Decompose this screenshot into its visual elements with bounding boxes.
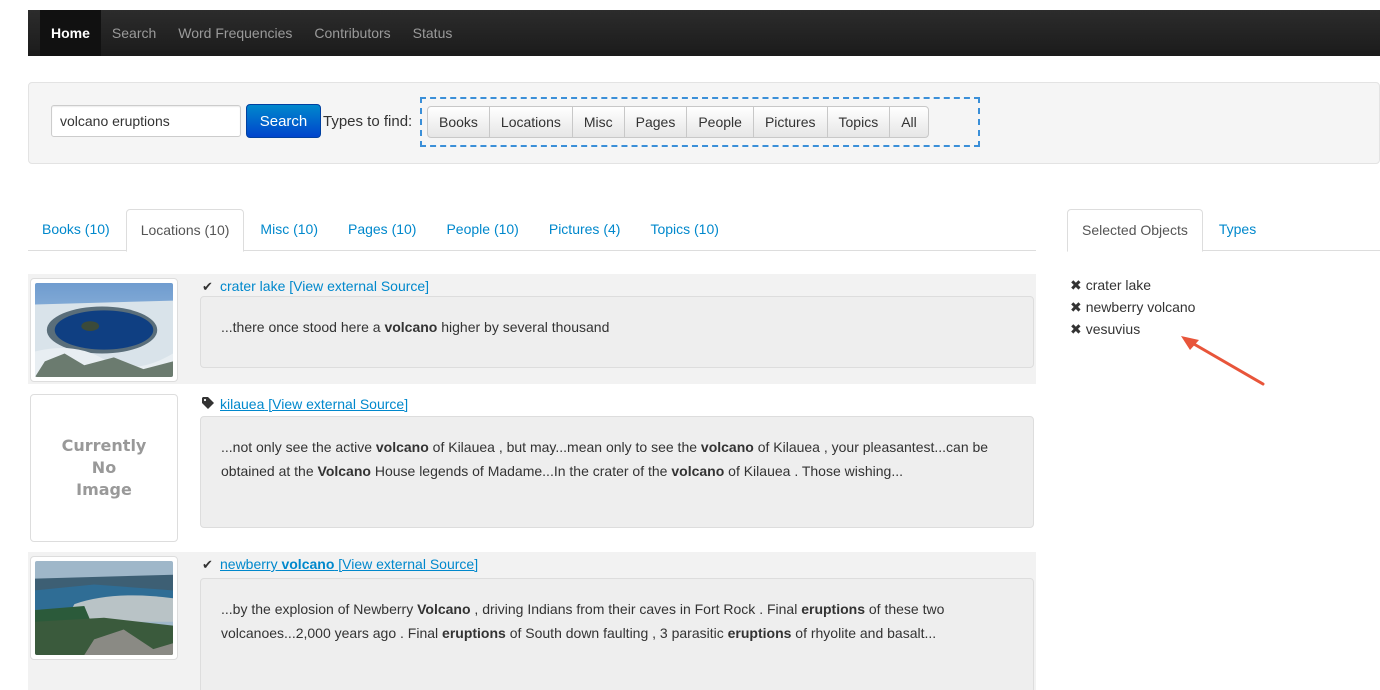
tab-pages[interactable]: Pages (10) (334, 209, 430, 251)
search-input[interactable] (51, 105, 241, 137)
result-thumbnail[interactable] (30, 556, 178, 660)
nav-status[interactable]: Status (402, 10, 464, 56)
top-navbar: Home Search Word Frequencies Contributor… (28, 10, 1380, 56)
nav-contributors[interactable]: Contributors (303, 10, 401, 56)
tab-pictures[interactable]: Pictures (4) (535, 209, 635, 251)
remove-icon[interactable]: ✖ (1070, 321, 1082, 337)
result-title: kilauea [View external Source] (202, 396, 408, 412)
tab-books[interactable]: Books (10) (28, 209, 124, 251)
types-label: Types to find: (323, 113, 413, 130)
type-topics-button[interactable]: Topics (826, 106, 891, 138)
type-locations-button[interactable]: Locations (488, 106, 573, 138)
tab-types[interactable]: Types (1205, 209, 1270, 251)
result-tabs: Books (10) Locations (10) Misc (10) Page… (28, 209, 1036, 252)
type-filter-group: Books Locations Misc Pages People Pictur… (420, 97, 980, 147)
result-snippet: ...there once stood here a volcano highe… (200, 296, 1034, 368)
tab-misc[interactable]: Misc (10) (246, 209, 332, 251)
tab-people[interactable]: People (10) (432, 209, 532, 251)
type-pages-button[interactable]: Pages (623, 106, 688, 138)
no-image-text: Currently No Image (61, 436, 147, 499)
crater-lake-image (35, 283, 173, 377)
result-thumbnail[interactable] (30, 278, 178, 382)
type-all-button[interactable]: All (889, 106, 929, 138)
search-panel: Search Types to find: Books Locations Mi… (28, 82, 1380, 164)
result-title: ✔ newberry volcano [View external Source] (202, 556, 478, 573)
nav-home[interactable]: Home (40, 10, 101, 56)
tag-icon (202, 397, 216, 412)
search-button[interactable]: Search (246, 104, 321, 138)
check-icon: ✔ (202, 557, 213, 572)
result-title: ✔ crater lake [View external Source] (202, 278, 429, 295)
selected-object-item: ✖ newberry volcano (1070, 299, 1196, 315)
result-thumbnail-placeholder[interactable]: Currently No Image (30, 394, 178, 542)
remove-icon[interactable]: ✖ (1070, 277, 1082, 293)
tab-selected-objects[interactable]: Selected Objects (1067, 209, 1203, 252)
result-snippet: ...by the explosion of Newberry Volcano … (200, 578, 1034, 690)
tab-locations[interactable]: Locations (10) (125, 209, 245, 252)
result-snippet: ...not only see the active volcano of Ki… (200, 416, 1034, 528)
selected-object-item: ✖ crater lake (1070, 277, 1152, 293)
annotation-arrow-icon (1181, 336, 1265, 386)
tab-topics[interactable]: Topics (10) (636, 209, 732, 251)
type-books-button[interactable]: Books (427, 106, 490, 138)
newberry-volcano-image (35, 561, 173, 655)
type-misc-button[interactable]: Misc (571, 106, 625, 138)
check-icon: ✔ (202, 279, 213, 294)
type-pictures-button[interactable]: Pictures (752, 106, 828, 138)
result-link[interactable]: newberry volcano [View external Source] (220, 556, 478, 572)
nav-search[interactable]: Search (101, 10, 167, 56)
nav-word-frequencies[interactable]: Word Frequencies (167, 10, 303, 56)
result-link[interactable]: crater lake [View external Source] (220, 278, 429, 294)
remove-icon[interactable]: ✖ (1070, 299, 1082, 315)
side-tabs: Selected Objects Types (1067, 209, 1380, 252)
result-link[interactable]: kilauea [View external Source] (220, 396, 408, 412)
type-people-button[interactable]: People (686, 106, 754, 138)
